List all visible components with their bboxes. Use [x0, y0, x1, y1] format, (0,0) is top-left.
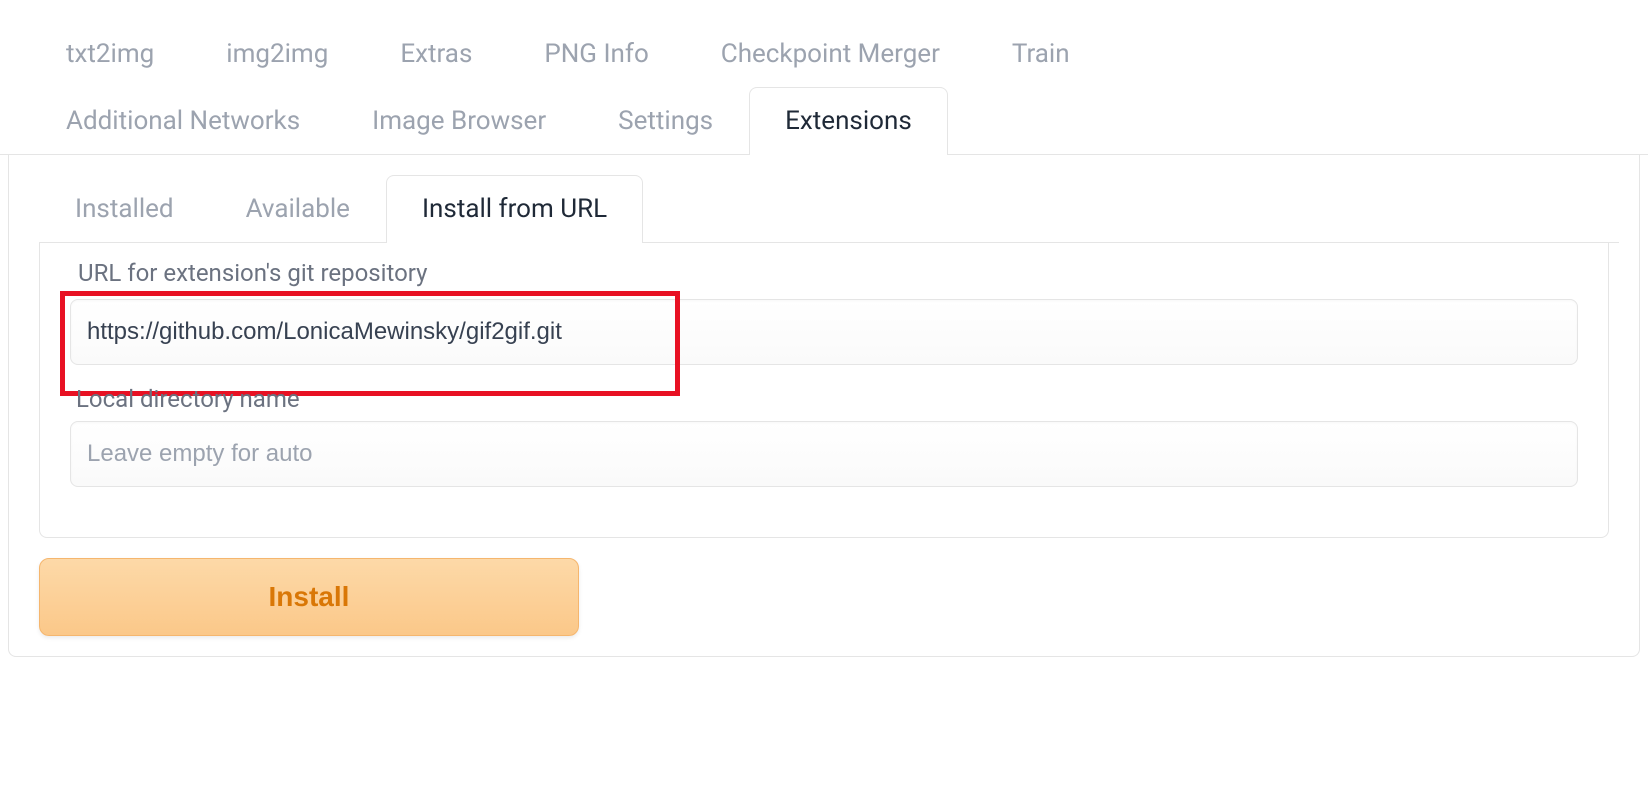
main-tabs: txt2img img2img Extras PNG Info Checkpoi…: [0, 0, 1648, 155]
url-field-group: URL for extension's git repository: [70, 263, 1578, 365]
main-tab-row-1: txt2img img2img Extras PNG Info Checkpoi…: [30, 20, 1618, 87]
subtab-install-from-url[interactable]: Install from URL: [386, 175, 643, 243]
tab-settings[interactable]: Settings: [582, 87, 749, 154]
install-button[interactable]: Install: [39, 558, 579, 636]
tab-txt2img[interactable]: txt2img: [30, 20, 190, 87]
tab-extras[interactable]: Extras: [364, 20, 508, 87]
sub-tabs: Installed Available Install from URL: [39, 175, 1619, 243]
tab-png-info[interactable]: PNG Info: [508, 20, 684, 87]
extensions-panel: Installed Available Install from URL URL…: [8, 155, 1640, 657]
tab-checkpoint-merger[interactable]: Checkpoint Merger: [685, 20, 976, 87]
dir-field-group: Local directory name: [70, 385, 1578, 487]
tab-additional-networks[interactable]: Additional Networks: [30, 87, 336, 154]
subtab-installed[interactable]: Installed: [39, 175, 210, 242]
dir-label: Local directory name: [70, 385, 1578, 413]
dir-input[interactable]: [70, 421, 1578, 487]
tab-extensions[interactable]: Extensions: [749, 87, 948, 155]
install-url-form: URL for extension's git repository Local…: [39, 243, 1609, 538]
url-input[interactable]: [70, 299, 1578, 365]
subtab-available[interactable]: Available: [210, 175, 386, 242]
tab-img2img[interactable]: img2img: [190, 20, 364, 87]
url-label: URL for extension's git repository: [70, 259, 436, 287]
tab-image-browser[interactable]: Image Browser: [336, 87, 582, 154]
tab-train[interactable]: Train: [976, 20, 1106, 87]
main-tab-row-2: Additional Networks Image Browser Settin…: [30, 87, 1618, 154]
